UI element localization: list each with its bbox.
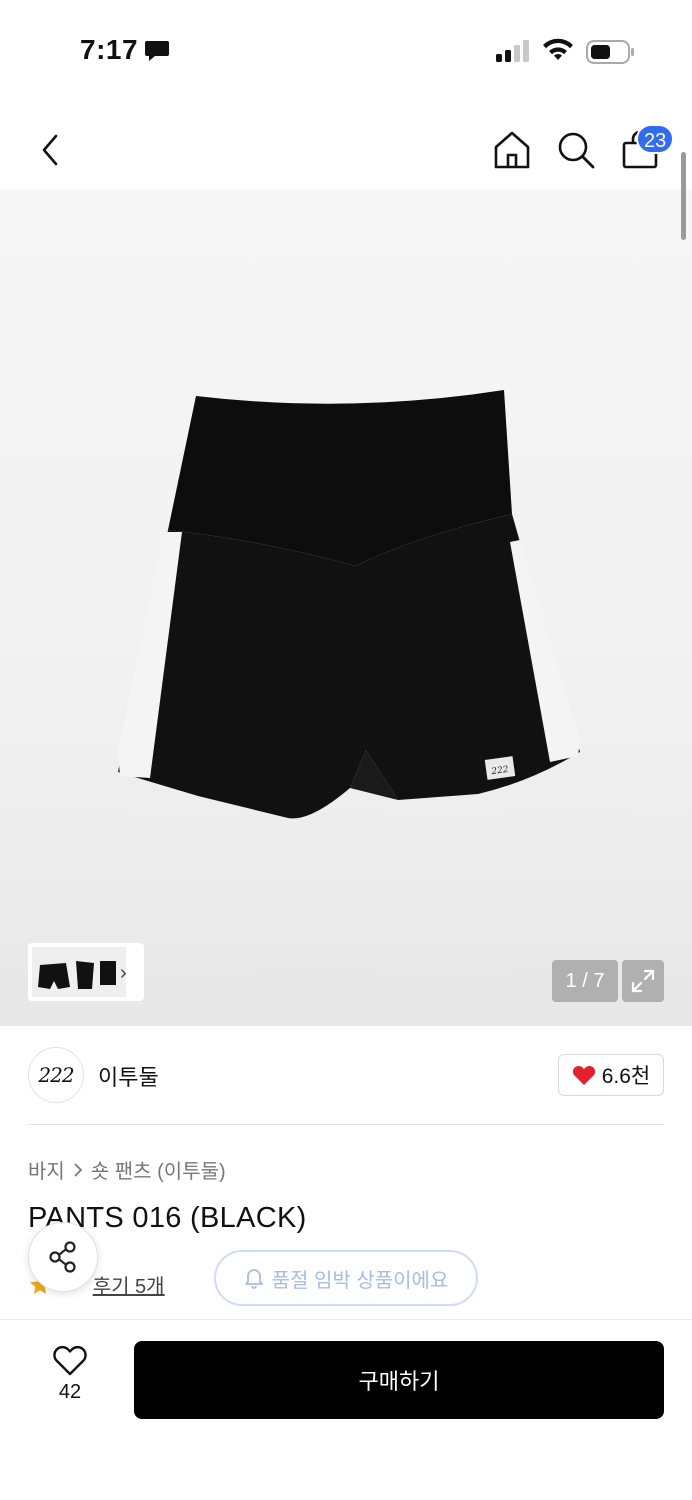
brand-like-button[interactable]: 6.6천 bbox=[558, 1054, 664, 1096]
chevron-right-icon bbox=[74, 1162, 83, 1177]
soldout-notice-text: 품절 임박 상품이에요 bbox=[271, 1269, 449, 1292]
cart-count-badge: 23 bbox=[636, 124, 675, 154]
image-counter: 1 / 7 bbox=[552, 960, 618, 1002]
brand-logo[interactable]: 222 bbox=[28, 1047, 84, 1103]
breadcrumb-item-shorts[interactable]: 숏 팬츠 (이투둘) bbox=[91, 1155, 226, 1184]
heart-outline-icon bbox=[53, 1345, 87, 1376]
share-button[interactable] bbox=[28, 1222, 98, 1292]
soldout-notice: 품절 임박 상품이에요 bbox=[214, 1250, 478, 1306]
expand-button[interactable] bbox=[622, 960, 664, 1002]
product-image-gallery[interactable]: 222 bbox=[0, 190, 692, 1026]
status-time: 7:17 bbox=[80, 34, 139, 65]
wishlist-button[interactable]: 42 bbox=[36, 1345, 104, 1415]
home-icon bbox=[494, 131, 530, 169]
search-button[interactable] bbox=[554, 128, 598, 172]
back-button[interactable] bbox=[30, 128, 70, 172]
divider bbox=[28, 1124, 664, 1125]
brand-name[interactable]: 이투둘 bbox=[98, 1060, 159, 1092]
thumbnail-image bbox=[32, 947, 126, 997]
reviews-link[interactable]: 후기 5개 bbox=[93, 1270, 165, 1299]
signal-icon bbox=[496, 40, 529, 62]
search-icon bbox=[558, 132, 595, 169]
top-nav bbox=[0, 110, 692, 190]
scrollbar[interactable] bbox=[681, 152, 686, 240]
battery-icon bbox=[586, 40, 634, 64]
wishlist-count: 42 bbox=[58, 1381, 82, 1403]
status-bar: 7:17 bbox=[0, 0, 692, 100]
back-icon bbox=[42, 134, 58, 166]
breadcrumb-item-pants[interactable]: 바지 bbox=[28, 1155, 65, 1184]
message-icon bbox=[145, 41, 169, 61]
product-image: 222 bbox=[118, 390, 580, 819]
brand-like-count: 6.6천 bbox=[601, 1065, 651, 1088]
bell-icon bbox=[244, 1269, 263, 1289]
share-icon bbox=[49, 1241, 76, 1273]
buy-button[interactable]: 구매하기 bbox=[134, 1341, 664, 1419]
expand-icon bbox=[631, 969, 655, 993]
thumbnail-chevron[interactable]: › bbox=[120, 962, 127, 985]
home-button[interactable] bbox=[490, 128, 534, 172]
heart-filled-icon bbox=[572, 1065, 595, 1085]
breadcrumb: 바지 숏 팬츠 (이투둘) bbox=[28, 1155, 226, 1184]
wifi-icon bbox=[543, 38, 573, 60]
